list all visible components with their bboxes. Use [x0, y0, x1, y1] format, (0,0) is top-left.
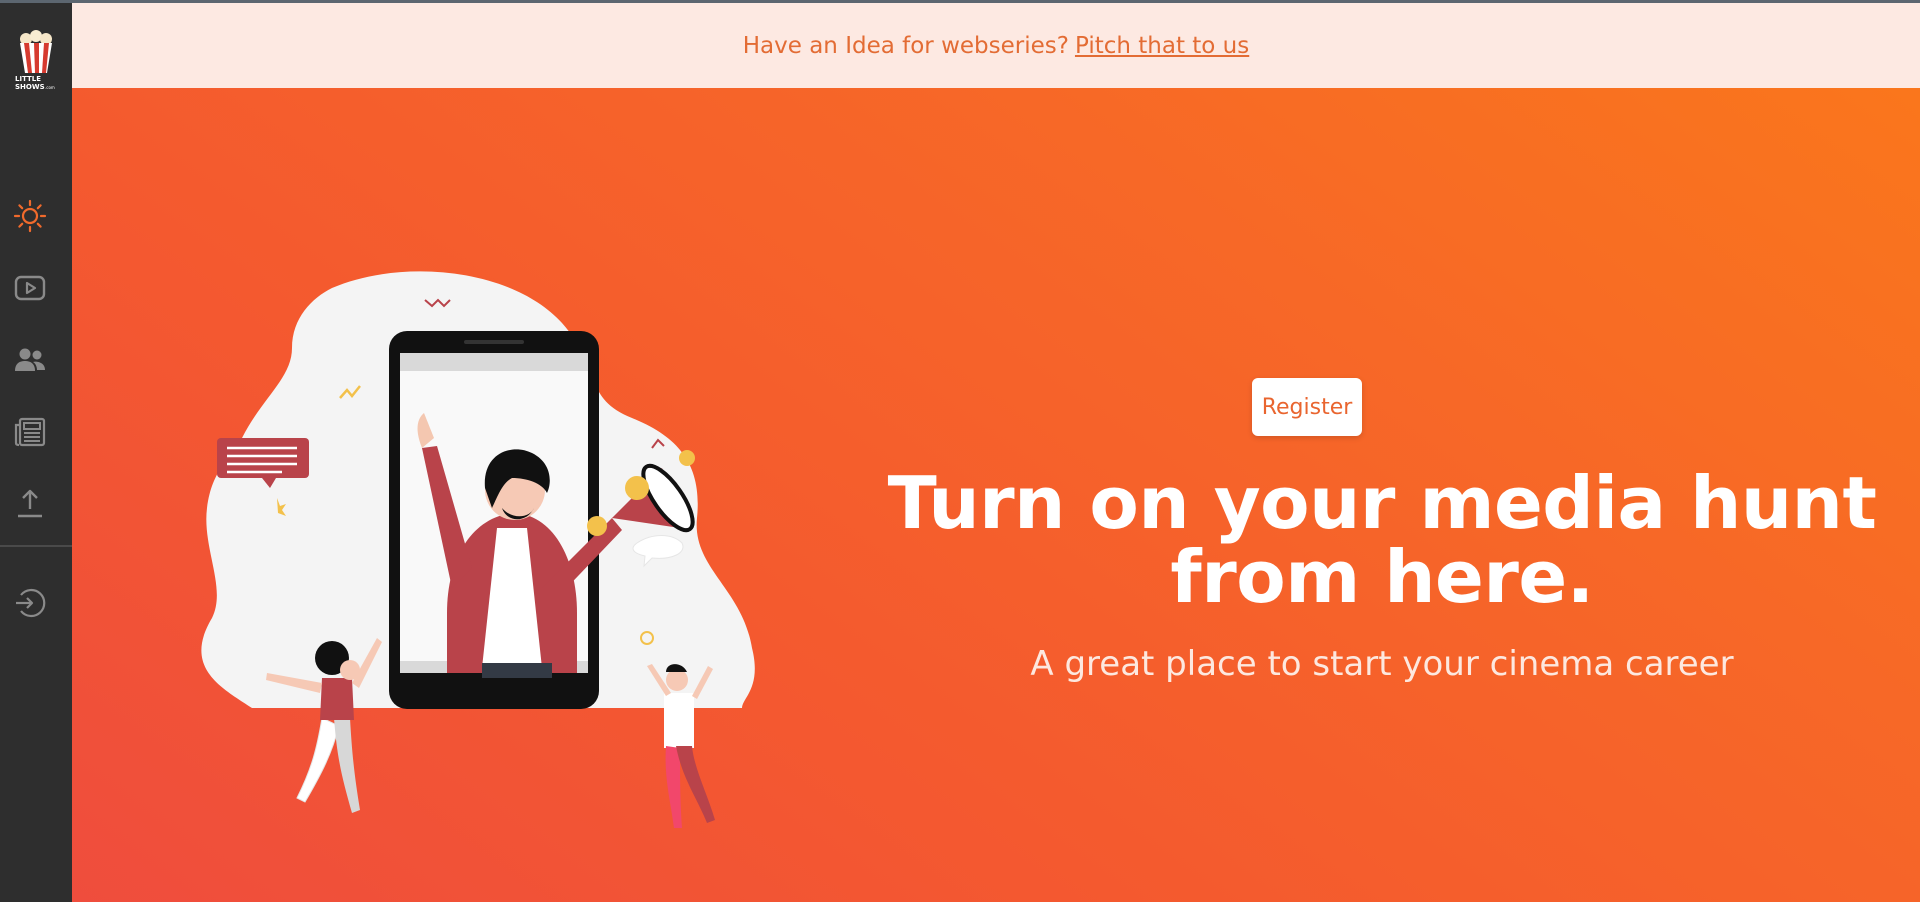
register-button[interactable]: Register: [1252, 378, 1362, 436]
hero-subheadline: A great place to start your cinema caree…: [1030, 644, 1734, 684]
sidebar-divider: [0, 545, 72, 547]
megaphone-illustration: [201, 271, 755, 828]
little-shows-logo[interactable]: LITTLE SHOWS .com: [10, 29, 62, 91]
sun-icon: [13, 199, 47, 233]
sidebar-item-home[interactable]: [12, 198, 48, 234]
sidebar-item-login[interactable]: [12, 585, 48, 621]
login-icon: [16, 588, 46, 618]
window-top-border: [0, 0, 1920, 3]
sidebar-item-videos[interactable]: [12, 270, 48, 306]
sidebar-item-news[interactable]: [12, 414, 48, 450]
upload-icon: [18, 489, 42, 518]
sidebar-item-upload[interactable]: [12, 486, 48, 522]
announcement-text: Have an Idea for webseries?: [742, 32, 1069, 59]
sidebar-item-community[interactable]: [12, 342, 48, 378]
announcement-bar: Have an Idea for webseries? Pitch that t…: [72, 3, 1920, 88]
svg-text:SHOWS: SHOWS: [15, 83, 45, 91]
play-icon: [14, 275, 46, 301]
pitch-link[interactable]: Pitch that to us: [1075, 33, 1249, 59]
users-icon: [15, 348, 45, 371]
svg-text:.com: .com: [45, 85, 55, 90]
hero-headline-line1: Turn on your media hunt: [887, 461, 1877, 545]
news-icon: [14, 417, 46, 447]
hero-headline-line2: from here.: [1170, 535, 1594, 619]
hero-headline: Turn on your media hunt from here.: [852, 466, 1912, 614]
sidebar: LITTLE SHOWS .com: [0, 3, 72, 902]
svg-text:LITTLE: LITTLE: [15, 75, 41, 83]
hero-section: Register Turn on your media hunt from he…: [72, 88, 1920, 902]
